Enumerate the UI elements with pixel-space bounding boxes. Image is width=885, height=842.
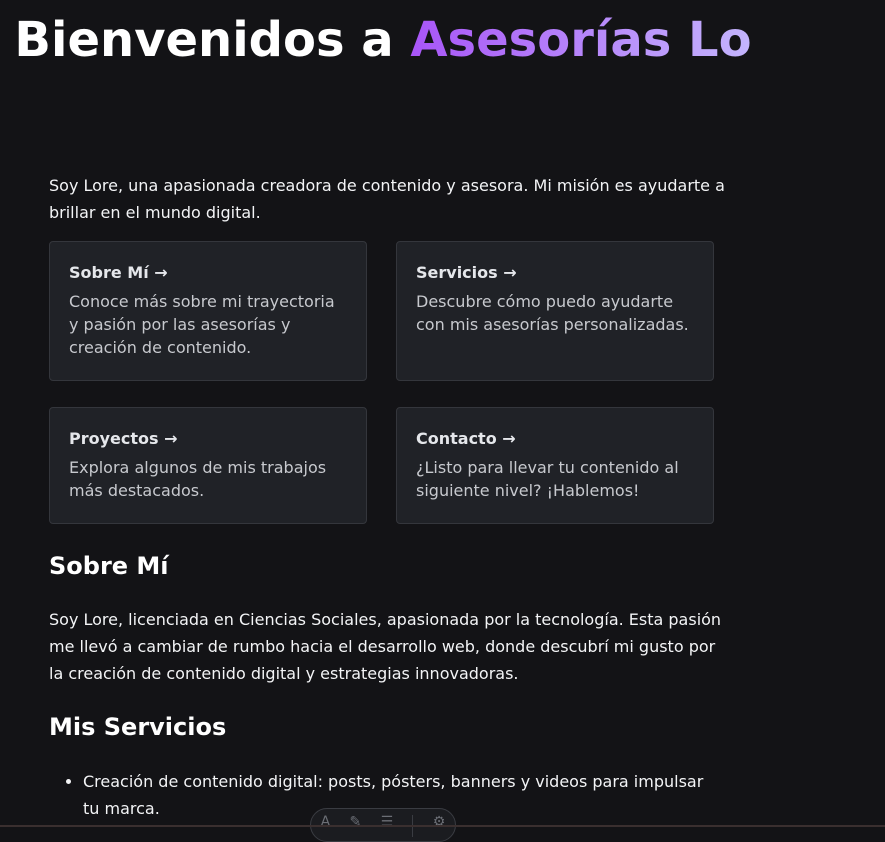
card-description: Explora algunos de mis trabajos más dest… (69, 458, 327, 500)
card-servicios[interactable]: Servicios → Descubre cómo puedo ayudarte… (396, 241, 714, 381)
card-proyectos[interactable]: Proyectos → Explora algunos de mis traba… (49, 407, 367, 524)
card-description: Descubre cómo puedo ayudarte con mis ase… (416, 292, 689, 334)
card-description: ¿Listo para llevar tu contenido al sigui… (416, 458, 679, 500)
card-contacto[interactable]: Contacto → ¿Listo para llevar tu conteni… (396, 407, 714, 524)
card-title: Sobre Mí → (69, 263, 168, 282)
about-heading: Sobre Mí (49, 552, 169, 580)
hero-title-prefix: Bienvenidos a (14, 12, 411, 68)
card-description: Conoce más sobre mi trayectoria y pasión… (69, 292, 335, 357)
intro-text: Soy Lore, una apasionada creadora de con… (49, 176, 725, 222)
hero-title: Bienvenidos a Asesorías Lo (0, 14, 766, 67)
card-title: Contacto → (416, 429, 516, 448)
services-heading: Mis Servicios (49, 713, 227, 741)
card-title: Proyectos → (69, 429, 178, 448)
about-text: Soy Lore, licenciada en Ciencias Sociale… (49, 610, 722, 683)
card-sobre-mi[interactable]: Sobre Mí → Conoce más sobre mi trayector… (49, 241, 367, 381)
hero-title-accent: Asesorías Lo (410, 12, 752, 68)
card-title: Servicios → (416, 263, 517, 282)
